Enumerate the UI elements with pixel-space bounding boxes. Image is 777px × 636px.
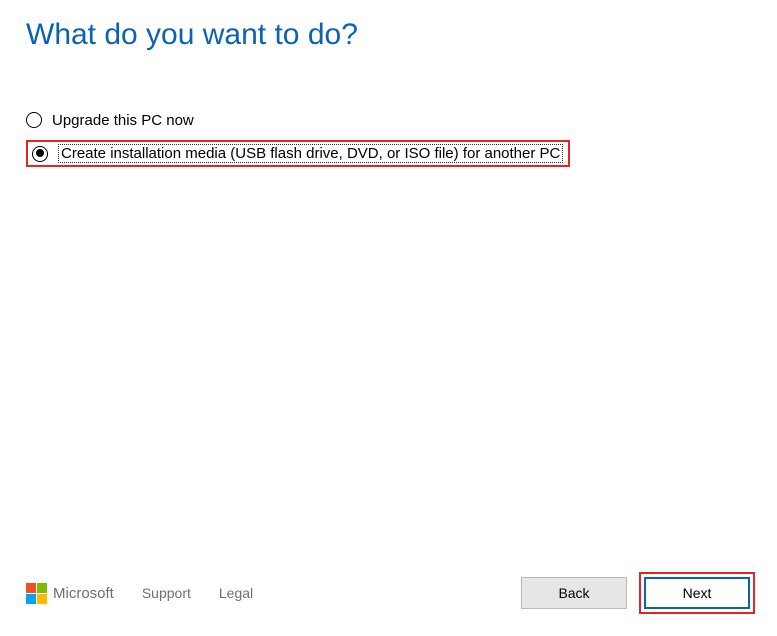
brand-name: Microsoft	[53, 585, 114, 602]
legal-link[interactable]: Legal	[219, 585, 253, 601]
radio-icon	[26, 112, 42, 128]
footer: Microsoft Support Legal Back Next	[26, 572, 755, 614]
support-link[interactable]: Support	[142, 585, 191, 601]
back-button[interactable]: Back	[521, 577, 627, 609]
page-title: What do you want to do?	[0, 0, 777, 52]
radio-icon	[32, 146, 48, 162]
option-create-media-label: Create installation media (USB flash dri…	[58, 144, 563, 163]
option-upgrade[interactable]: Upgrade this PC now	[26, 104, 751, 136]
microsoft-logo-icon	[26, 583, 47, 604]
next-button[interactable]: Next	[644, 577, 750, 609]
option-create-media[interactable]: Create installation media (USB flash dri…	[26, 140, 570, 167]
next-button-highlight: Next	[639, 572, 755, 614]
options-group: Upgrade this PC now Create installation …	[0, 52, 777, 167]
option-upgrade-label: Upgrade this PC now	[52, 112, 194, 129]
